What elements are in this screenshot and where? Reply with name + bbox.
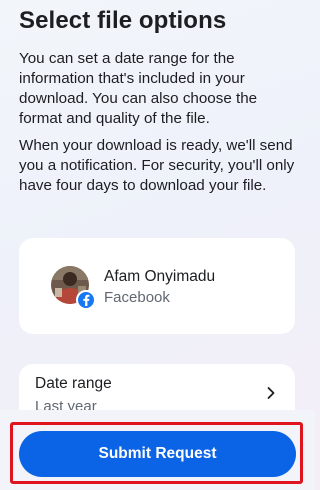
description-date-range-format: You can set a date range for the informa… (19, 50, 258, 127)
account-name: Afam Onyimadu (104, 268, 216, 285)
date-range-label: Date range (35, 375, 112, 392)
account-card: Afam Onyimadu Facebook (19, 238, 295, 334)
page-title: Select file options (19, 7, 227, 34)
description-notification-security: When your download is ready, we'll send … (19, 137, 295, 194)
submit-request-button[interactable]: Submit Request (19, 431, 296, 477)
facebook-icon (76, 290, 96, 310)
chevron-right-icon (267, 387, 275, 399)
account-platform: Facebook (104, 289, 170, 306)
